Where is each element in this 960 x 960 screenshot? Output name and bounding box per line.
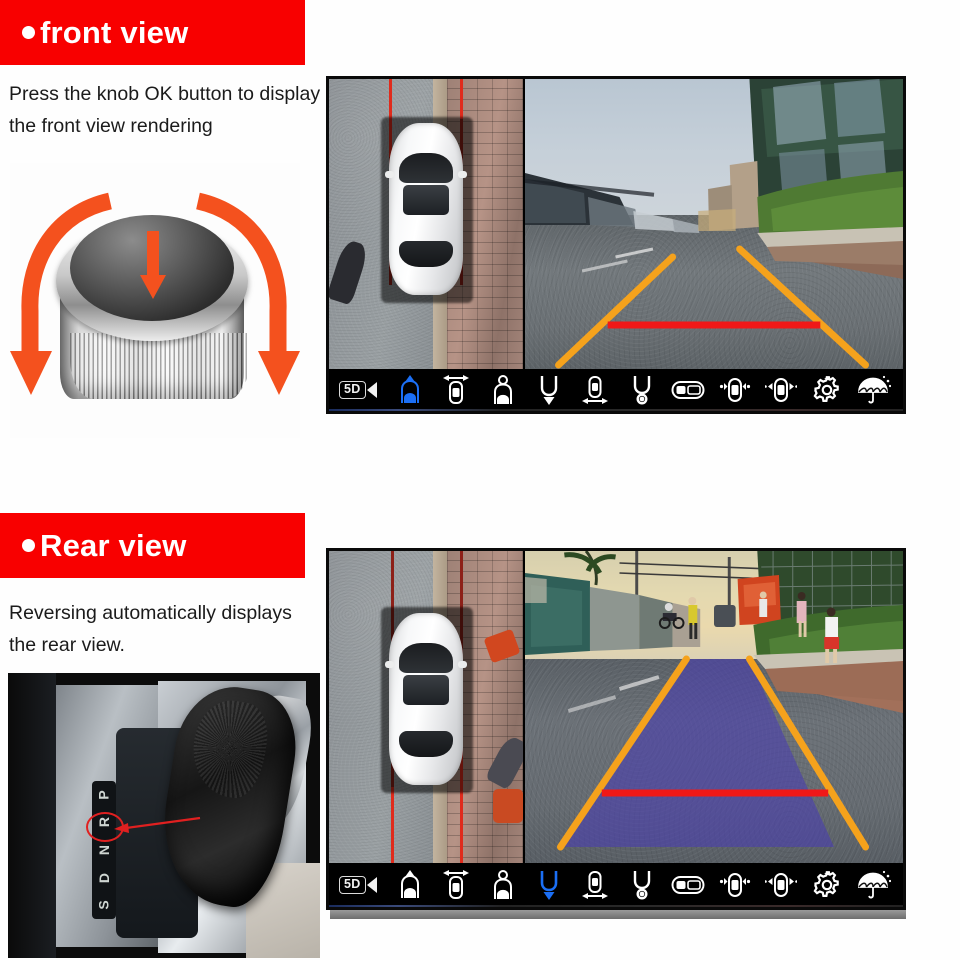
bev-mirror-right [458,661,467,668]
banner-label-rear: Rear view [40,528,187,563]
bullet-icon [22,26,35,39]
caption-front: Press the knob OK button to display the … [9,83,321,137]
bev-roof [403,185,449,215]
gear-position-s: S [96,900,112,910]
bev-car-body [385,613,467,785]
rear-view-icon[interactable] [532,373,566,407]
gear-position-d: D [96,872,112,883]
bev-guide-line-right [460,79,463,119]
camera-image-front [525,79,903,375]
settings-gear-icon[interactable] [810,373,844,407]
head-unit-display-front[interactable]: 5D [326,76,906,414]
device-bottom-bezel [330,910,906,919]
camera-triangle-icon [366,877,377,893]
shifter-knob-texture [186,695,273,802]
rotary-knob-illustration [10,163,300,438]
5d-badge[interactable]: 5D [339,876,377,894]
front-camera-view[interactable] [525,79,903,375]
panorama-view-icon[interactable] [486,868,520,902]
toolbar-icon-row-rear[interactable] [377,868,903,902]
panorama-view-icon[interactable] [486,373,520,407]
rear-camera-view[interactable] [525,551,903,869]
head-unit-display-rear[interactable]: 5D [326,548,906,910]
press-down-arrow-icon [140,231,166,299]
toolbar-bottom-strip [329,905,903,907]
bird-eye-view-front[interactable] [329,79,525,375]
bev-ego-car [381,117,473,303]
settings-gear-icon[interactable] [810,868,844,902]
bev-mirror-left [385,661,394,668]
bullet-icon [22,539,35,552]
5d-badge-label: 5D [339,381,366,399]
bev-roof [403,675,449,705]
caption-rear: Reversing automatically displays the rea… [9,602,292,656]
top-view-width-icon[interactable] [439,868,473,902]
bird-eye-view-rear[interactable] [329,551,525,869]
front-view-icon[interactable] [393,868,427,902]
umbrella-rain-icon[interactable] [857,373,891,407]
camera-image-rear [525,551,903,869]
5d-badge-label: 5D [339,876,366,894]
bev-guide-line-left [391,787,394,869]
split-screen-icon[interactable] [671,868,705,902]
5d-badge[interactable]: 5D [339,381,377,399]
section-banner-rear: Rear view [0,513,305,578]
wheel-view-icon[interactable] [625,373,659,407]
screen-split-rear [329,551,903,869]
front-rear-view-icon[interactable] [764,868,798,902]
bev-ego-car [381,607,473,793]
wheel-view-icon[interactable] [625,868,659,902]
gear-position-p: P [96,790,112,800]
front-rear-view-icon[interactable] [764,373,798,407]
screen-split-front [329,79,903,375]
section-banner-front: front view [0,0,305,65]
bev-pedestrian-c [493,789,523,823]
gear-shifter-illustration: P R N D S [8,673,320,958]
bev-mirror-left [385,171,394,178]
toolbar-icon-row-front[interactable] [377,373,903,407]
side-width-view-icon[interactable] [578,373,612,407]
left-right-view-icon[interactable] [718,373,752,407]
rear-view-icon[interactable] [532,868,566,902]
knob-body[interactable] [52,203,252,403]
front-view-icon[interactable] [393,373,427,407]
toolbar-bottom-strip [329,409,903,411]
cam-scene-front [525,79,903,369]
camera-toolbar-front[interactable]: 5D [329,369,903,411]
left-right-view-icon[interactable] [718,868,752,902]
page-root: front view Press the knob OK button to d… [0,0,960,960]
camera-triangle-icon [366,382,377,398]
camera-toolbar-rear[interactable]: 5D [329,863,903,907]
bev-windshield [399,643,453,673]
bev-windshield [399,153,453,183]
bev-car-body [385,123,467,295]
top-view-width-icon[interactable] [439,373,473,407]
gear-position-n: N [96,844,112,856]
bev-rear-window [399,241,453,267]
prnds-indicator: P R N D S [92,781,116,919]
banner-label-front: front view [40,15,189,50]
shifter-door-panel [8,673,56,958]
knob-knurling [70,333,250,399]
umbrella-rain-icon[interactable] [857,868,891,902]
bev-mirror-right [458,171,467,178]
split-screen-icon[interactable] [671,373,705,407]
reverse-pointer-arrow-icon [114,816,201,833]
bev-rear-window [399,731,453,757]
cam-scene-rear [525,551,903,851]
side-width-view-icon[interactable] [578,868,612,902]
